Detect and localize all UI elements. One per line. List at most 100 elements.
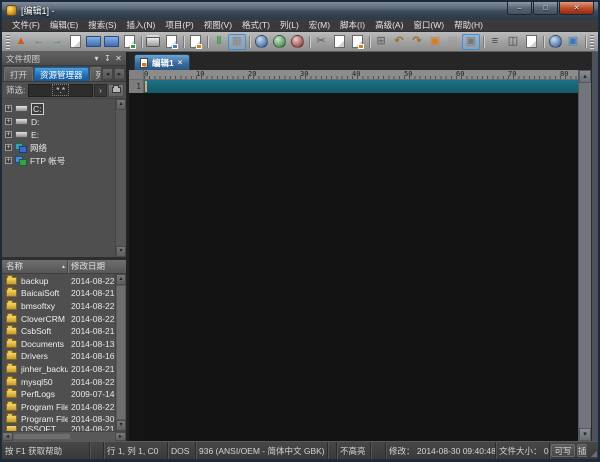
wrap-lines-icon[interactable]: ≡	[486, 34, 504, 50]
print-icon[interactable]	[144, 34, 162, 50]
tree-item-drive-d[interactable]: + D:	[5, 115, 115, 128]
panel-pin-icon[interactable]: ↧	[102, 53, 113, 65]
archive-icon[interactable]: ▤	[444, 34, 462, 50]
menu-item[interactable]: 高级(A)	[370, 19, 408, 32]
menu-item[interactable]: 文件(F)	[7, 19, 45, 32]
scrollbar-thumb[interactable]	[13, 433, 71, 440]
tree-item-network[interactable]: + 网络	[5, 141, 115, 154]
filter-apply-button[interactable]: ›	[94, 84, 107, 97]
column-date[interactable]: 修改日期	[68, 260, 126, 272]
menu-item[interactable]: 视图(V)	[199, 19, 237, 32]
scroll-down-icon[interactable]: ▾	[579, 428, 591, 441]
menu-item[interactable]: 格式(T)	[237, 19, 275, 32]
menu-item[interactable]: 插入(N)	[122, 19, 161, 32]
tree-scrollbar[interactable]: ▴ ▾	[115, 99, 126, 257]
menu-item[interactable]: 窗口(W)	[408, 19, 449, 32]
back-icon[interactable]: ←	[30, 34, 48, 50]
title-bar[interactable]: [编辑1] - –□✕	[2, 2, 598, 19]
edit-file-icon[interactable]	[186, 34, 204, 50]
scroll-up-icon[interactable]: ▴	[116, 99, 126, 110]
menu-item[interactable]: 帮助(H)	[449, 19, 488, 32]
file-row[interactable]: CsbSoft 2014-08-21 13	[2, 325, 115, 338]
file-row[interactable]: bmsoftxy 2014-08-22 08	[2, 300, 115, 313]
copy-icon[interactable]	[330, 34, 348, 50]
minimize-button[interactable]: –	[507, 2, 532, 15]
app-icon[interactable]	[6, 5, 17, 16]
show-special-chars-icon[interactable]: ▦	[228, 34, 246, 50]
filelist-scrollbar[interactable]: ▴ ▾	[115, 274, 126, 432]
expand-icon[interactable]: +	[5, 131, 12, 138]
resize-grip-icon[interactable]: ◢	[587, 442, 598, 459]
file-row[interactable]: Documents 2014-08-13 14	[2, 337, 115, 350]
expand-icon[interactable]: +	[5, 144, 12, 151]
file-row[interactable]: PerfLogs 2009-07-14 11	[2, 388, 115, 401]
file-row[interactable]: backup 2014-08-22 10	[2, 275, 115, 288]
tree-item-ftp[interactable]: + FTP 帐号	[5, 154, 115, 167]
editor-tab[interactable]: 编辑1 ×	[134, 54, 190, 70]
file-row[interactable]: mysql50 2014-08-22 08	[2, 375, 115, 388]
tabs-scroll-right-icon[interactable]: ▸	[114, 68, 125, 80]
print-preview-icon[interactable]	[162, 34, 180, 50]
scrollbar-thumb[interactable]	[116, 285, 126, 421]
scroll-up-icon[interactable]: ▴	[116, 274, 126, 285]
scroll-down-icon[interactable]: ▾	[116, 420, 126, 431]
redo-icon[interactable]: ↷	[408, 34, 426, 50]
preview-green-globe-icon[interactable]	[270, 34, 288, 50]
validate-red-globe-icon[interactable]	[288, 34, 306, 50]
save-file-icon[interactable]	[120, 34, 138, 50]
menu-item[interactable]: 编辑(E)	[45, 19, 83, 32]
close-button[interactable]: ✕	[559, 2, 594, 15]
scroll-up-icon[interactable]: ▴	[579, 70, 591, 83]
open-folder-icon[interactable]	[84, 34, 102, 50]
open-project-icon[interactable]	[102, 34, 120, 50]
file-row[interactable]: Drivers 2014-08-16 09	[2, 350, 115, 363]
file-row[interactable]: BaicaiSoft 2014-08-21 16	[2, 287, 115, 300]
tabs-scroll-left-icon[interactable]: ◂	[102, 68, 113, 80]
file-row[interactable]: jinher_backup 2014-08-21 18	[2, 363, 115, 376]
panel-menu-icon[interactable]: ▾	[91, 53, 102, 65]
toolbar-grip[interactable]	[6, 35, 10, 49]
active-file-icon[interactable]: ▣	[462, 34, 480, 50]
app-fire-icon[interactable]: ▲	[12, 34, 30, 50]
expand-icon[interactable]: +	[5, 105, 12, 112]
toolbar-overflow-grip[interactable]	[590, 35, 594, 49]
browser-view-blue-globe-icon[interactable]	[252, 34, 270, 50]
sidebar-tab-list[interactable]: 列表	[90, 67, 101, 81]
separator[interactable]	[582, 34, 588, 50]
forward-icon[interactable]: →	[48, 34, 66, 50]
scroll-down-icon[interactable]: ▾	[116, 246, 126, 257]
scroll-left-icon[interactable]: ◂	[2, 432, 13, 441]
undo-icon[interactable]: ↶	[390, 34, 408, 50]
scroll-right-icon[interactable]: ▸	[115, 432, 126, 441]
package-icon[interactable]: ▣	[426, 34, 444, 50]
file-row[interactable]: Program Files 2014-08-22 12	[2, 400, 115, 413]
menu-item[interactable]: 列(L)	[275, 19, 304, 32]
maximize-button[interactable]: □	[533, 2, 558, 15]
tree-item-drive-e[interactable]: + E:	[5, 128, 115, 141]
column-mode-icon[interactable]: ‖	[210, 34, 228, 50]
tab-close-icon[interactable]: ×	[178, 59, 183, 67]
menu-item[interactable]: 脚本(I)	[335, 19, 370, 32]
cut-icon[interactable]: ✂	[312, 34, 330, 50]
browse-folder-button[interactable]	[108, 84, 124, 97]
web-globe-icon[interactable]	[546, 34, 564, 50]
duplicate-view-icon[interactable]	[522, 34, 540, 50]
sidebar-tab-open[interactable]: 打开	[4, 67, 33, 81]
expand-icon[interactable]: +	[5, 118, 12, 125]
find-icon[interactable]: ⊞	[372, 34, 390, 50]
new-file-icon[interactable]	[66, 34, 84, 50]
split-view-icon[interactable]: ◫	[504, 34, 522, 50]
editor-canvas[interactable]	[144, 80, 578, 441]
editor-scrollbar[interactable]: ▴ ▾	[578, 70, 591, 441]
menu-item[interactable]: 搜索(S)	[83, 19, 121, 32]
panel-close-icon[interactable]: ✕	[113, 53, 124, 65]
paste-icon[interactable]	[348, 34, 366, 50]
menu-item[interactable]: 宏(M)	[304, 19, 335, 32]
file-row[interactable]: Program File... 2014-08-30 09	[2, 413, 115, 426]
sidebar-tab-explorer[interactable]: 资源管理器	[34, 67, 89, 81]
monitor-icon[interactable]: ▣	[564, 34, 582, 50]
menu-item[interactable]: 项目(P)	[160, 19, 198, 32]
filelist-hscrollbar[interactable]: ◂ ▸	[2, 431, 126, 441]
file-row[interactable]: CloverCRM 2014-08-22 12	[2, 312, 115, 325]
tree-item-drive-c[interactable]: + C:	[5, 102, 115, 115]
